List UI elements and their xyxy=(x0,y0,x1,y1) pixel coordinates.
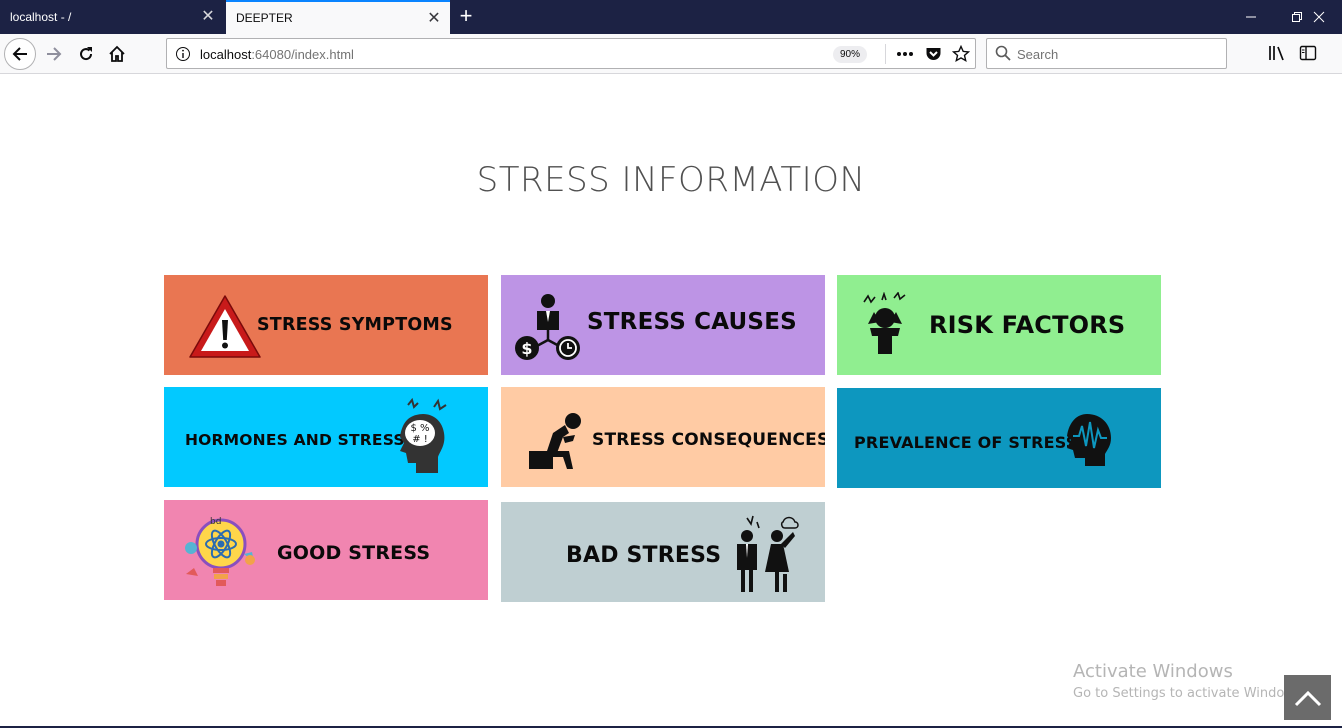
svg-text:$: $ xyxy=(521,339,532,358)
search-icon xyxy=(995,45,1011,66)
forward-button[interactable] xyxy=(38,38,70,70)
business-stress-icon: $ xyxy=(515,294,580,360)
card-stress-causes[interactable]: $ STRESS CAUSES xyxy=(501,275,825,375)
page-actions-icon[interactable] xyxy=(894,44,916,64)
zoom-level-badge[interactable]: 90% xyxy=(833,46,868,63)
brain-head-icon: $ % # ! xyxy=(400,397,447,473)
card-label: STRESS CONSEQUENCES xyxy=(592,430,825,450)
card-hormones-and-stress[interactable]: HORMONES AND STRESS $ % # ! xyxy=(164,387,488,487)
back-arrow-icon xyxy=(12,47,27,61)
card-stress-consequences[interactable]: STRESS CONSEQUENCES xyxy=(501,387,825,487)
url-path: :64080/index.html xyxy=(251,47,354,62)
card-label: HORMONES AND STRESS xyxy=(185,431,405,449)
card-label: PREVALENCE OF STRESS xyxy=(854,433,1078,452)
card-label: STRESS SYMPTOMS xyxy=(257,315,453,335)
search-input[interactable] xyxy=(1017,45,1217,63)
url-host: localhost xyxy=(200,47,252,62)
card-label: BAD STRESS xyxy=(566,543,722,568)
tab-bar: localhost - / ✕ DEEPTER ✕ + xyxy=(0,0,1342,34)
activate-windows-title: Activate Windows xyxy=(1073,661,1233,682)
tab-title: DEEPTER xyxy=(236,11,293,25)
nav-bar: localhost:64080/index.html 90% xyxy=(0,34,1342,74)
search-bar[interactable] xyxy=(986,38,1227,69)
new-tab-icon[interactable]: + xyxy=(454,5,478,29)
lightbulb-icon: bd xyxy=(185,517,255,586)
close-tab-icon[interactable]: ✕ xyxy=(426,11,442,27)
tab-deepter[interactable]: DEEPTER ✕ xyxy=(226,0,450,34)
svg-text:# !: # ! xyxy=(412,434,428,445)
back-button[interactable] xyxy=(4,38,36,70)
scroll-to-top-button[interactable] xyxy=(1284,675,1331,720)
home-button[interactable] xyxy=(101,38,133,70)
brainwave-head-icon xyxy=(1067,414,1111,466)
minimize-icon[interactable] xyxy=(1228,0,1274,34)
card-label: GOOD STRESS xyxy=(277,542,431,564)
page-title: STRESS INFORMATION xyxy=(476,160,866,200)
card-risk-factors[interactable]: RISK FACTORS xyxy=(837,275,1161,375)
card-good-stress[interactable]: bd GOOD STRESS xyxy=(164,500,488,600)
pocket-icon[interactable] xyxy=(922,44,944,64)
reload-icon xyxy=(80,47,93,61)
svg-text:$ %: $ % xyxy=(410,423,429,434)
card-prevalence-of-stress[interactable]: PREVALENCE OF STRESS xyxy=(837,388,1161,488)
url-text[interactable]: localhost:64080/index.html xyxy=(200,47,354,62)
bookmark-star-icon[interactable] xyxy=(950,44,972,64)
close-tab-icon[interactable]: ✕ xyxy=(200,9,216,25)
card-label: RISK FACTORS xyxy=(929,311,1126,339)
card-bad-stress[interactable]: BAD STRESS xyxy=(501,502,825,602)
svg-text:bd: bd xyxy=(210,517,221,527)
home-icon xyxy=(109,45,125,62)
sidebar-icon[interactable] xyxy=(1297,42,1319,64)
reload-button[interactable] xyxy=(70,38,102,70)
library-icon[interactable] xyxy=(1266,42,1288,64)
depressed-person-icon xyxy=(529,413,581,469)
tab-localhost[interactable]: localhost - / ✕ xyxy=(0,0,224,34)
card-stress-symptoms[interactable]: STRESS SYMPTOMS xyxy=(164,275,488,375)
warning-icon xyxy=(189,295,261,358)
info-icon[interactable] xyxy=(175,46,191,67)
url-divider xyxy=(885,44,886,64)
arguing-people-icon xyxy=(737,515,799,592)
chevron-up-icon xyxy=(1294,690,1321,706)
card-label: STRESS CAUSES xyxy=(587,309,797,335)
head-pain-icon xyxy=(863,292,906,354)
forward-arrow-icon xyxy=(47,47,62,61)
url-bar[interactable]: localhost:64080/index.html 90% xyxy=(166,38,976,69)
tab-title: localhost - / xyxy=(10,10,72,24)
close-window-icon[interactable] xyxy=(1296,0,1342,34)
